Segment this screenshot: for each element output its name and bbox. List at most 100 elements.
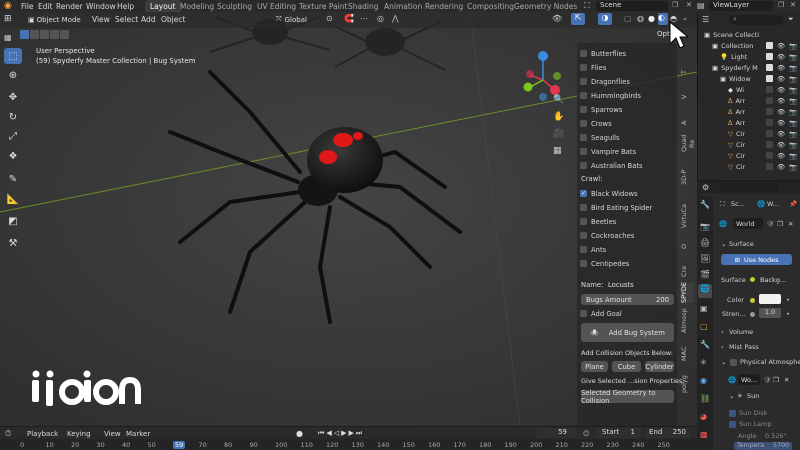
angle-value[interactable]: 0.526° <box>765 432 787 440</box>
surface-heading[interactable]: Surface <box>729 240 754 248</box>
tab-geometry-nodes[interactable]: Geometry Nodes <box>509 0 582 12</box>
perspective-toggle-icon[interactable]: ▦ <box>553 146 562 156</box>
render-camera-icon[interactable]: 📷 <box>789 75 797 83</box>
visibility-eye-icon[interactable]: 👁 <box>777 108 785 116</box>
sun-chevron-icon[interactable]: ⌄ <box>729 392 734 400</box>
current-frame-field[interactable]: 59 <box>537 428 577 438</box>
fly-item-checkbox[interactable] <box>580 120 587 127</box>
atmo-close-icon[interactable]: ✕ <box>784 376 789 384</box>
outliner-editor-icon[interactable]: ☰ <box>702 15 709 24</box>
tool-tab-icon[interactable]: 🔧 <box>700 200 710 209</box>
crawl-item-row[interactable]: Beetles <box>580 216 616 227</box>
select-intersect-icon[interactable] <box>60 30 69 39</box>
temperature-field[interactable]: Tempera 5700 <box>734 442 792 450</box>
sun-disk-checkbox[interactable] <box>729 410 736 417</box>
add-cube-tool-icon[interactable]: ◩ <box>4 213 22 229</box>
scene-close-icon[interactable]: ✕ <box>686 1 692 9</box>
timeline-menu-playback[interactable]: Playback <box>27 430 58 438</box>
crawl-item-checkbox[interactable] <box>580 232 587 239</box>
visibility-icon[interactable]: 👁 <box>552 14 562 23</box>
add-goal-checkbox-row[interactable]: Add Goal <box>580 308 622 319</box>
collision-cylinder-button[interactable]: Cylinder <box>645 361 674 372</box>
visibility-eye-icon[interactable]: 👁 <box>777 75 785 83</box>
scale-tool-icon[interactable]: ⤢ <box>4 128 22 144</box>
atmo-copy-icon[interactable]: ❐ <box>773 376 779 384</box>
fly-item-row[interactable]: Hummingbirds <box>580 90 641 101</box>
fly-item-checkbox[interactable] <box>580 78 587 85</box>
render-camera-icon[interactable]: 📷 <box>789 64 797 72</box>
fly-item-row[interactable]: Vampire Bats <box>580 146 636 157</box>
sidebar-tab[interactable]: O <box>680 232 694 260</box>
crawl-item-row[interactable]: Centipedes <box>580 258 629 269</box>
outliner-row[interactable]: ▽ Cir <box>728 161 745 172</box>
viewport-menu-view[interactable]: View <box>92 15 110 24</box>
add-bug-system-button[interactable]: 🕷 Add Bug System <box>581 323 674 342</box>
tab-sculpting[interactable]: Sculpting <box>212 0 257 12</box>
transform-orientation-dropdown[interactable]: ⤧ Global <box>276 14 320 25</box>
outliner-row[interactable]: ᐃ Arr <box>728 117 745 128</box>
visibility-eye-icon[interactable]: 👁 <box>777 119 785 127</box>
cursor-tool-icon[interactable]: ⊕ <box>4 67 22 83</box>
prev-keyframe-icon[interactable]: ◀ <box>326 429 333 437</box>
crawl-item-checkbox[interactable]: ✓ <box>580 190 587 197</box>
outliner-row[interactable]: ◆ Wi <box>728 84 744 95</box>
outliner-row[interactable]: ▣ Spyderfy M <box>712 62 758 73</box>
overlays-toggle-icon[interactable]: ◑ <box>598 13 612 25</box>
surface-chevron-icon[interactable]: ⌄ <box>721 240 726 248</box>
transform-tool-icon[interactable]: ❖ <box>4 148 22 164</box>
exclude-checkbox[interactable] <box>766 119 773 126</box>
outliner-row[interactable]: ▣ Collection <box>712 40 753 51</box>
menu-edit[interactable]: Edit <box>38 2 53 11</box>
visibility-eye-icon[interactable]: 👁 <box>777 86 785 94</box>
timeline-menu-view[interactable]: View <box>104 430 121 438</box>
atmosphere-checkbox[interactable] <box>730 359 737 366</box>
crawl-item-row[interactable]: Ants <box>580 244 606 255</box>
pan-view-icon[interactable]: ✋ <box>553 112 564 122</box>
timeline-editor-icon[interactable]: ⏱ <box>5 429 11 439</box>
fly-item-checkbox[interactable] <box>580 92 587 99</box>
view-layer-tab-icon[interactable]: 🖼 <box>700 254 710 263</box>
exclude-checkbox[interactable] <box>766 130 773 137</box>
render-camera-icon[interactable]: 📷 <box>789 97 797 105</box>
outliner-row[interactable]: ▣ Scene Collecti <box>704 29 759 40</box>
context-world-label[interactable]: W... <box>767 200 779 208</box>
world-name-field[interactable]: World <box>733 218 763 229</box>
gizmo-toggle-icon[interactable]: ⇱ <box>571 13 585 25</box>
fly-item-checkbox[interactable] <box>580 134 587 141</box>
texture-tab-icon[interactable]: ▩ <box>700 430 708 439</box>
constraints-tab-icon[interactable]: ⛓ <box>700 394 710 403</box>
viewport-menu-add[interactable]: Add <box>141 15 156 24</box>
snap-target-icon[interactable]: ⋯ <box>360 14 368 23</box>
name-input[interactable]: Locusts <box>604 279 674 290</box>
sidebar-tab[interactable]: Cre <box>680 262 694 281</box>
render-camera-icon[interactable]: 📷 <box>789 141 797 149</box>
wireframe-shading-icon[interactable]: ◍ <box>637 14 644 23</box>
timeline-menu-marker[interactable]: Marker <box>126 430 150 438</box>
exclude-checkbox[interactable] <box>766 42 773 49</box>
render-camera-icon[interactable]: 📷 <box>789 108 797 116</box>
view-layer-selector[interactable]: ViewLayer <box>709 1 773 11</box>
view-layer-close-icon[interactable]: ✕ <box>790 1 796 9</box>
render-tab-icon[interactable]: 📷 <box>700 222 710 231</box>
select-extend-icon[interactable] <box>30 30 39 39</box>
crawl-item-row[interactable]: Bird Eating Spider <box>580 202 652 213</box>
sidebar-tab[interactable]: V <box>680 84 694 110</box>
zoom-view-icon[interactable]: 🔍 <box>553 95 564 105</box>
jump-end-icon[interactable]: ⏭ <box>356 429 364 437</box>
end-frame-field[interactable]: End 250 <box>645 428 690 438</box>
sun-heading[interactable]: Sun <box>747 392 759 400</box>
falloff-icon[interactable]: ⋀ <box>392 14 399 23</box>
object-mode-dropdown[interactable]: ▣ Object Mode <box>25 14 85 25</box>
outliner-row[interactable]: ▣ Widow <box>720 73 751 84</box>
sun-lamp-checkbox[interactable] <box>729 421 736 428</box>
volume-heading[interactable]: Volume <box>729 328 753 336</box>
atmosphere-world-field[interactable]: Wo... <box>738 374 760 385</box>
tab-shading[interactable]: Shading <box>343 0 383 12</box>
timeline-menu-keying[interactable]: Keying <box>67 430 91 438</box>
play-reverse-icon[interactable]: ◁ <box>334 429 341 437</box>
visibility-eye-icon[interactable]: 👁 <box>777 97 785 105</box>
tool-settings-icon[interactable]: ▦ <box>4 33 12 42</box>
world-tab-icon[interactable]: 🌐 <box>698 284 712 298</box>
exclude-checkbox[interactable] <box>766 141 773 148</box>
crawl-item-row[interactable]: ✓ Black Widows <box>580 188 638 199</box>
